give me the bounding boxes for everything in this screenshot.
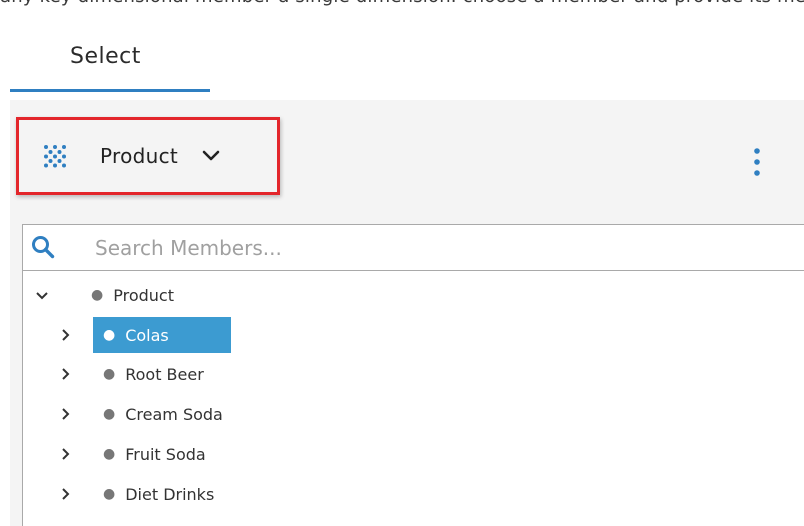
tree-node-label: Diet Drinks — [125, 484, 215, 504]
search-members-input[interactable] — [95, 231, 655, 265]
collapse-chevron-icon[interactable] — [35, 289, 49, 303]
dimension-label: Product — [100, 144, 179, 168]
bullet-icon: ● — [103, 406, 116, 422]
expand-chevron-icon[interactable] — [59, 328, 73, 342]
tree-node-label: Product — [113, 285, 174, 305]
tree-node-label: Cream Soda — [125, 404, 223, 424]
expand-chevron-icon[interactable] — [59, 447, 73, 461]
search-row — [23, 225, 804, 271]
tree-node-label: Fruit Soda — [125, 444, 206, 464]
tab-select[interactable]: Select — [10, 22, 210, 92]
tree-node-colas[interactable]: ● Colas — [93, 317, 231, 353]
bullet-icon: ● — [103, 327, 116, 343]
bullet-icon: ● — [103, 446, 116, 462]
expand-chevron-icon[interactable] — [59, 407, 73, 421]
bullet-icon: ● — [103, 366, 116, 382]
search-icon — [32, 236, 55, 259]
tree-node-cream-soda[interactable]: ● Cream Soda — [93, 396, 237, 432]
scatter-dots-icon — [44, 145, 66, 168]
tree-node-diet-drinks[interactable]: ● Diet Drinks — [93, 476, 228, 512]
tree-node-label: Root Beer — [125, 364, 204, 384]
expand-chevron-icon[interactable] — [59, 487, 73, 501]
expand-chevron-icon[interactable] — [59, 367, 73, 381]
bullet-icon: ● — [91, 287, 104, 303]
partial-instruction-text: any key dimensional member a single dime… — [0, 0, 804, 10]
tree-node-fruit-soda[interactable]: ● Fruit Soda — [93, 436, 220, 472]
tree-node-root[interactable]: ● Product — [81, 277, 188, 313]
bullet-icon: ● — [103, 486, 116, 502]
tree-node-label: Colas — [125, 325, 169, 345]
member-tree-box: ● Product ● Colas ● Root Beer ● Cream So… — [22, 224, 804, 526]
tree-node-root-beer[interactable]: ● Root Beer — [93, 356, 218, 392]
chevron-down-icon[interactable] — [202, 150, 220, 162]
dimension-selector[interactable]: Product — [16, 117, 280, 195]
kebab-menu-icon[interactable] — [749, 146, 765, 180]
